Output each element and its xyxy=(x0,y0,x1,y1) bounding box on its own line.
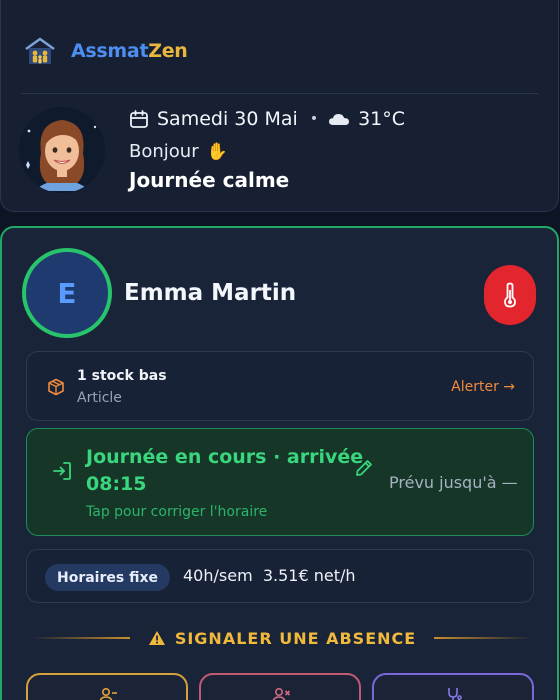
warning-icon xyxy=(148,631,165,645)
edit-pencil-icon[interactable] xyxy=(354,458,374,478)
report-absence-section: SIGNALER UNE ABSENCE xyxy=(32,626,532,650)
house-family-icon xyxy=(25,37,55,64)
day-in-progress-card[interactable]: Journée en cours · arrivée 08:15 Tap pou… xyxy=(26,428,534,536)
day-status-title: Journée calme xyxy=(129,168,290,192)
child-card: E Emma Martin 1 stock bas Article Alerte… xyxy=(0,226,559,700)
child-initial-avatar[interactable]: E xyxy=(22,248,112,338)
correct-time-hint: Tap pour corriger l'horaire xyxy=(86,504,268,520)
calendar-icon xyxy=(130,110,148,128)
alert-link[interactable]: Alerter → xyxy=(451,379,515,395)
arrival-time: 08:15 xyxy=(86,473,147,495)
date-weather-row: Samedi 30 Mai • 31°C xyxy=(129,108,405,130)
greeting-text: Bonjour xyxy=(129,141,199,162)
divider-left xyxy=(32,637,130,639)
brand-name-part1: Assmat xyxy=(71,40,149,62)
brand-name-part2: Zen xyxy=(148,40,188,62)
absence-option-button-3[interactable] xyxy=(372,673,534,700)
date-text: Samedi 30 Mai xyxy=(157,108,298,130)
user-minus-icon xyxy=(99,687,117,700)
login-arrow-icon xyxy=(53,462,71,480)
schedule-values: 40h/sem 3.51€ net/h xyxy=(183,566,356,585)
avatar-illustration xyxy=(19,107,105,193)
stock-subtitle: Article xyxy=(77,390,122,406)
header-card: AssmatZen Samedi 30 Mai • 31°C Bonjour ✋… xyxy=(0,0,559,212)
divider-right xyxy=(434,637,532,639)
absence-option-button-1[interactable] xyxy=(26,673,188,700)
divider xyxy=(21,93,538,94)
child-name[interactable]: Emma Martin xyxy=(124,280,296,306)
waving-hand-icon: ✋ xyxy=(206,141,228,162)
cloud-icon xyxy=(329,114,350,125)
thermometer-icon xyxy=(504,282,516,308)
fever-alert-button[interactable] xyxy=(484,265,536,325)
day-status-text: Journée en cours · arrivée xyxy=(86,446,364,468)
low-stock-alert[interactable]: 1 stock bas Article Alerter → xyxy=(26,351,534,421)
greeting: Bonjour ✋ xyxy=(129,141,228,162)
stethoscope-icon xyxy=(448,688,462,700)
temperature-text: 31°C xyxy=(358,108,406,130)
schedule-type-badge: Horaires fixe xyxy=(45,564,170,591)
schedule-info[interactable]: Horaires fixe 40h/sem 3.51€ net/h xyxy=(26,549,534,603)
planned-until-text: Prévu jusqu'à — xyxy=(389,473,518,492)
separator-dot: • xyxy=(309,111,319,127)
package-icon xyxy=(48,378,64,396)
user-x-icon xyxy=(272,687,291,700)
absence-option-button-2[interactable] xyxy=(199,673,361,700)
user-avatar[interactable] xyxy=(19,107,105,193)
brand: AssmatZen xyxy=(23,36,188,66)
stock-title: 1 stock bas xyxy=(77,368,167,384)
absence-label: SIGNALER UNE ABSENCE xyxy=(174,628,417,648)
